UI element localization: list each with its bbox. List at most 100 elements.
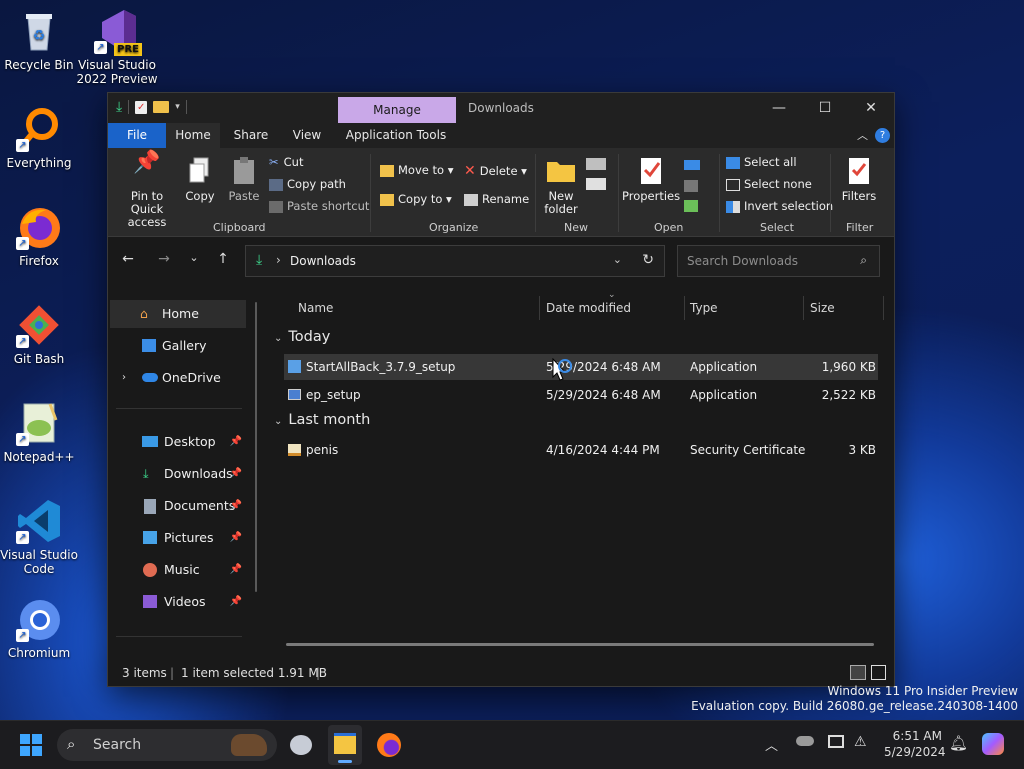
column-header-date-modified[interactable]: Date modified bbox=[546, 296, 631, 320]
nav-pane-scrollbar[interactable] bbox=[255, 302, 257, 592]
widgets-icon[interactable] bbox=[290, 735, 312, 755]
breadcrumb-downloads[interactable]: Downloads bbox=[290, 254, 356, 268]
address-history-chevron-icon[interactable]: ⌄ bbox=[613, 253, 622, 266]
details-view-button[interactable] bbox=[850, 665, 866, 680]
desktop-icon-git-bash[interactable]: ↗ Git Bash bbox=[0, 302, 83, 366]
copy-button[interactable]: Copy bbox=[182, 156, 218, 203]
copy-to-button[interactable]: Copy to ▾ bbox=[380, 192, 452, 206]
nav-item-desktop[interactable]: Desktop 📌 bbox=[110, 428, 246, 456]
properties-check-icon[interactable]: ✓ bbox=[135, 100, 148, 114]
desktop-icon-visual-studio[interactable]: PRE ↗ Visual Studio 2022 Preview bbox=[73, 8, 161, 86]
tab-application-tools[interactable]: Application Tools bbox=[338, 123, 454, 148]
select-all-button[interactable]: Select all bbox=[726, 155, 797, 169]
file-row-startallback[interactable]: StartAllBack_3.7.9_setup 5/29/2024 6:48 … bbox=[284, 354, 878, 380]
taskbar-file-explorer[interactable] bbox=[328, 725, 362, 765]
search-box[interactable]: Search Downloads ⌕ bbox=[677, 245, 880, 277]
desktop-icon-chromium[interactable]: ↗ Chromium bbox=[0, 596, 83, 660]
move-to-button[interactable]: Move to ▾ bbox=[380, 163, 453, 177]
group-header-today[interactable]: ⌄ Today bbox=[274, 329, 330, 345]
desktop-icon-recycle-bin[interactable]: ♻ Recycle Bin bbox=[0, 8, 83, 72]
delete-button[interactable]: ✕ Delete ▾ bbox=[464, 163, 527, 179]
cut-button[interactable]: ✂ Cut bbox=[269, 155, 303, 169]
pin-icon[interactable]: 📌 bbox=[230, 428, 242, 456]
open-icon[interactable] bbox=[684, 160, 700, 170]
nav-item-videos[interactable]: Videos 📌 bbox=[110, 588, 246, 616]
minimize-button[interactable]: — bbox=[756, 93, 802, 123]
help-icon[interactable]: ? bbox=[875, 128, 890, 143]
customize-qat-chevron-icon[interactable]: ▾ bbox=[175, 102, 180, 112]
onedrive-offline-icon[interactable] bbox=[796, 736, 814, 746]
notepad-plus-plus-icon: ↗ bbox=[16, 400, 62, 446]
back-button[interactable]: ← bbox=[118, 251, 138, 267]
address-bar[interactable]: ⤓ › Downloads ⌄ ↻ bbox=[245, 245, 665, 277]
expand-chevron-icon[interactable]: › bbox=[122, 364, 126, 392]
easy-access-icon[interactable] bbox=[586, 178, 606, 190]
column-header-size[interactable]: Size bbox=[810, 296, 835, 320]
desktop-icon-everything[interactable]: ↗ Everything bbox=[0, 106, 83, 170]
group-header-last-month[interactable]: ⌄ Last month bbox=[274, 412, 370, 428]
shortcut-arrow-icon: ↗ bbox=[16, 433, 29, 446]
paste-shortcut-icon bbox=[269, 200, 283, 213]
invert-selection-button[interactable]: Invert selection bbox=[726, 199, 833, 213]
tab-file[interactable]: File bbox=[108, 123, 166, 148]
desktop-icon-vscode[interactable]: ↗ Visual Studio Code bbox=[0, 498, 83, 576]
history-icon[interactable] bbox=[684, 200, 698, 212]
taskbar-firefox[interactable] bbox=[377, 733, 401, 757]
taskbar-search[interactable]: ⌕ Search bbox=[57, 729, 277, 761]
close-button[interactable]: ✕ bbox=[848, 93, 894, 123]
file-explorer-window: ⤓ ✓ ▾ Manage Downloads — ☐ ✕ File Home S… bbox=[107, 92, 895, 687]
horizontal-scrollbar[interactable] bbox=[286, 643, 874, 646]
file-row-certificate[interactable]: penis 4/16/2024 4:44 PM Security Certifi… bbox=[284, 437, 878, 463]
display-icon[interactable] bbox=[828, 735, 844, 748]
column-header-name[interactable]: Name bbox=[298, 296, 333, 320]
up-button[interactable]: ↑ bbox=[213, 251, 233, 267]
tab-share[interactable]: Share bbox=[226, 123, 276, 148]
copilot-pre-icon[interactable] bbox=[982, 733, 1004, 755]
select-none-button[interactable]: Select none bbox=[726, 177, 812, 191]
pin-icon[interactable]: 📌 bbox=[230, 588, 242, 616]
nav-item-home[interactable]: ⌂ Home bbox=[110, 300, 246, 328]
tab-home[interactable]: Home bbox=[166, 123, 220, 148]
refresh-icon[interactable]: ↻ bbox=[642, 252, 654, 268]
nav-item-music[interactable]: Music 📌 bbox=[110, 556, 246, 584]
rename-button[interactable]: Rename bbox=[464, 192, 529, 206]
start-button[interactable] bbox=[20, 734, 42, 756]
filters-button[interactable]: Filters bbox=[836, 156, 882, 203]
pin-icon[interactable]: 📌 bbox=[230, 492, 242, 520]
new-folder-button[interactable]: New folder bbox=[540, 156, 582, 216]
recent-locations-chevron-icon[interactable]: ⌄ bbox=[184, 251, 204, 264]
properties-button[interactable]: Properties bbox=[622, 156, 680, 203]
paste-button[interactable]: Paste bbox=[224, 156, 264, 203]
nav-item-downloads[interactable]: ⤓ Downloads 📌 bbox=[110, 460, 246, 488]
new-folder-icon[interactable] bbox=[153, 101, 170, 113]
pin-to-quick-access-button[interactable]: 📌 Pin to Quick access bbox=[114, 152, 180, 229]
clock[interactable]: 6:51 AM 5/29/2024 bbox=[884, 728, 946, 760]
column-header-type[interactable]: Type bbox=[690, 296, 718, 320]
nav-item-onedrive[interactable]: › OneDrive bbox=[110, 364, 246, 392]
network-disconnected-icon[interactable]: ⚠ bbox=[854, 734, 867, 750]
notifications-bell-icon[interactable]: 🔔︎ bbox=[949, 734, 968, 752]
pin-icon[interactable]: 📌 bbox=[230, 460, 242, 488]
tab-manage[interactable]: Manage bbox=[338, 97, 456, 124]
title-bar[interactable]: ⤓ ✓ ▾ Manage Downloads — ☐ ✕ bbox=[108, 93, 894, 124]
nav-item-documents[interactable]: Documents 📌 bbox=[110, 492, 246, 520]
desktop-icon-firefox[interactable]: ↗ Firefox bbox=[0, 204, 83, 268]
large-icons-view-button[interactable] bbox=[871, 665, 886, 680]
edit-icon[interactable] bbox=[684, 180, 698, 192]
shortcut-arrow-icon: ↗ bbox=[94, 41, 107, 54]
maximize-button[interactable]: ☐ bbox=[802, 93, 848, 123]
forward-button[interactable]: → bbox=[154, 251, 174, 267]
vscode-icon: ↗ bbox=[16, 498, 62, 544]
file-row-ep-setup[interactable]: ep_setup 5/29/2024 6:48 AM Application 2… bbox=[284, 382, 878, 408]
paste-shortcut-button[interactable]: Paste shortcut bbox=[269, 199, 369, 213]
desktop-icon-notepad-plus-plus[interactable]: ↗ Notepad++ bbox=[0, 400, 83, 464]
nav-item-pictures[interactable]: Pictures 📌 bbox=[110, 524, 246, 552]
collapse-ribbon-chevron-icon[interactable]: ︿ bbox=[857, 127, 868, 143]
show-hidden-icons-chevron-icon[interactable]: ︿ bbox=[765, 735, 778, 754]
nav-item-gallery[interactable]: Gallery bbox=[110, 332, 246, 360]
tab-view[interactable]: View bbox=[284, 123, 330, 148]
copy-path-button[interactable]: Copy path bbox=[269, 177, 346, 191]
new-item-icon[interactable] bbox=[586, 158, 606, 170]
pin-icon[interactable]: 📌 bbox=[230, 556, 242, 584]
pin-icon[interactable]: 📌 bbox=[230, 524, 242, 552]
